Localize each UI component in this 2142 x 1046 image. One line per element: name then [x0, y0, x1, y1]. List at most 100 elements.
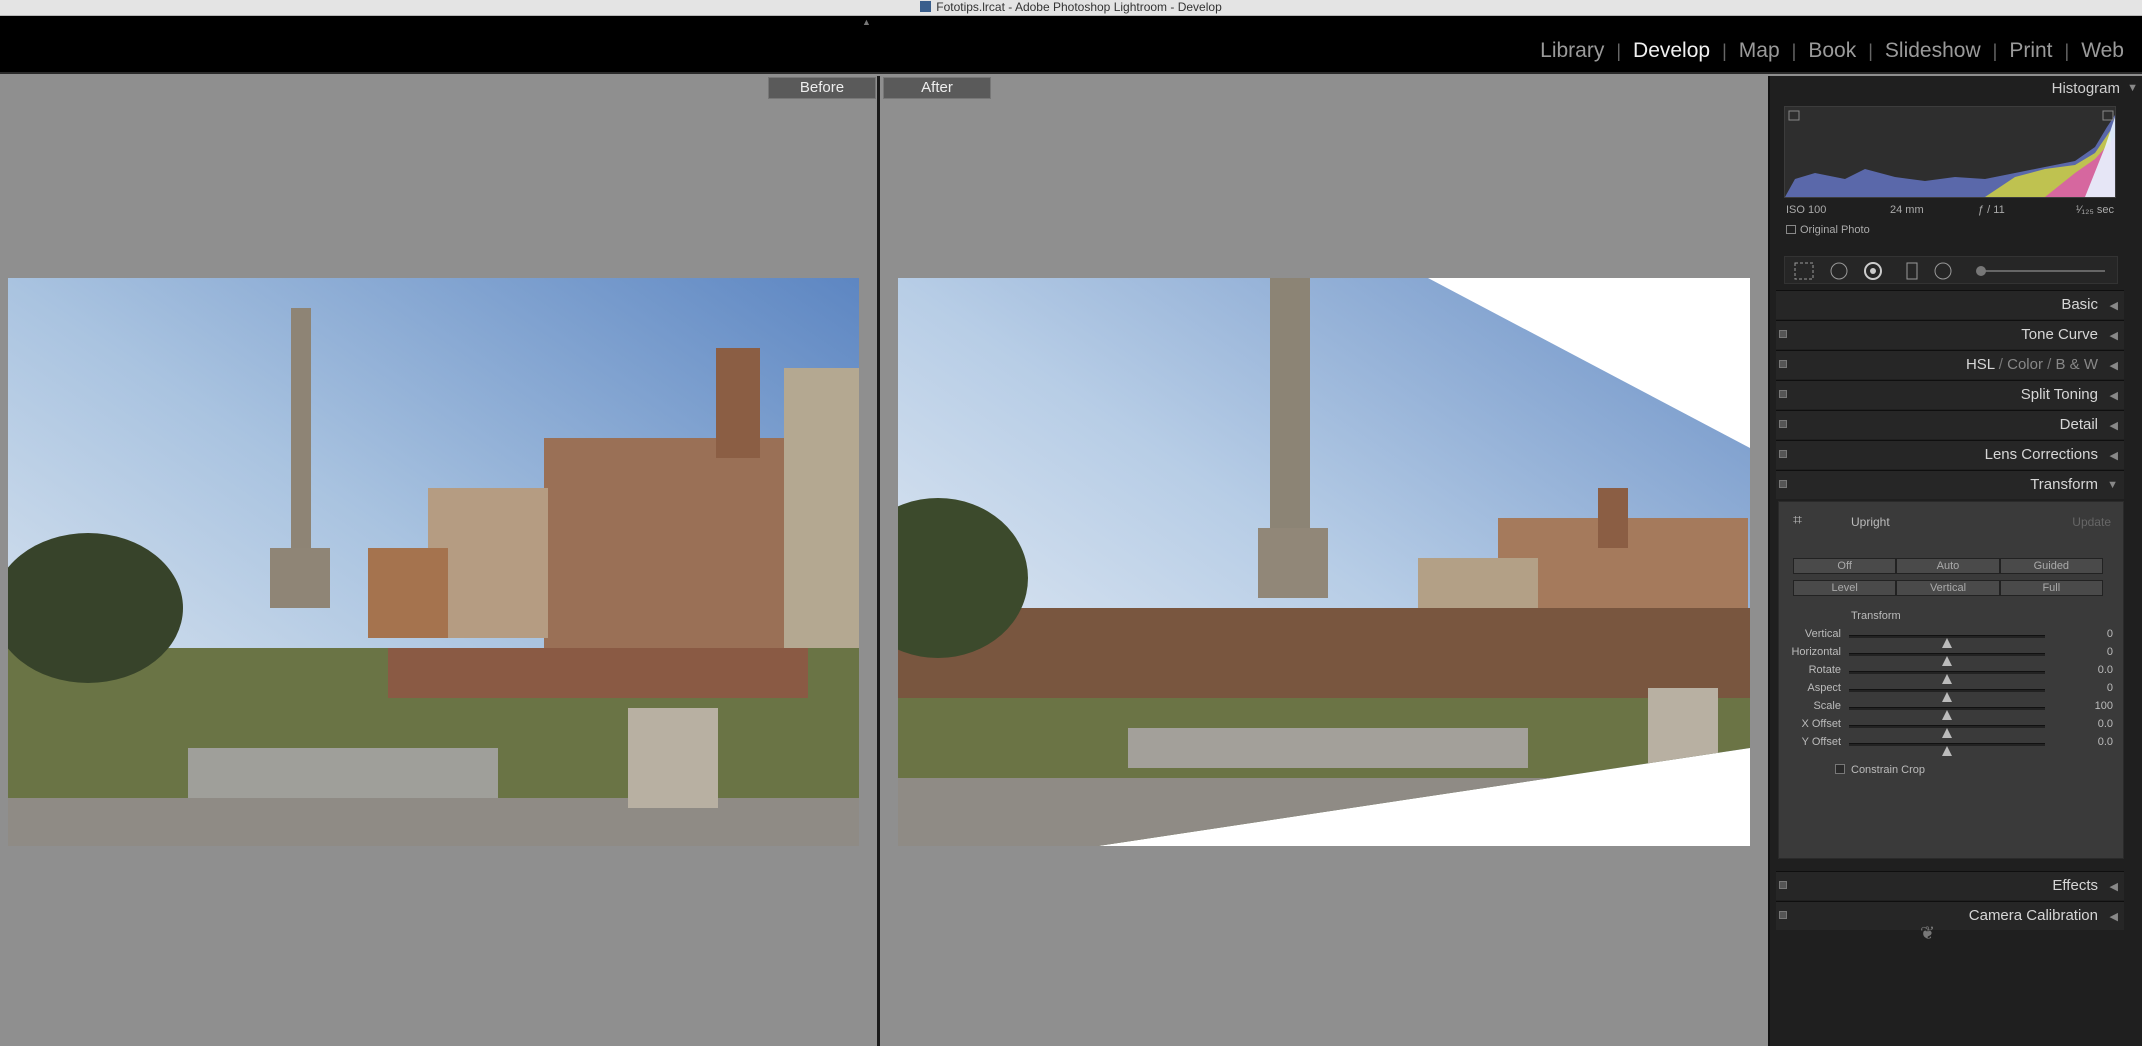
section-camera-calibration[interactable]: Camera Calibration ◀ — [1776, 901, 2124, 930]
original-photo-checkbox[interactable] — [1786, 225, 1796, 234]
expand-triangle-icon: ◀ — [2109, 330, 2118, 342]
collapse-triangle-icon: ▼ — [2107, 479, 2118, 491]
section-hsl[interactable]: HSL / Color / B & W ◀ — [1776, 350, 2124, 379]
slider-x-offset[interactable]: X Offset 0.0 — [1779, 718, 2119, 738]
transform-panel-body: ⌗ Upright Update Off Auto Guided Level V… — [1778, 501, 2124, 859]
collapse-top-panel-icon[interactable]: ▲ — [862, 17, 871, 27]
radial-filter-icon — [1934, 262, 1952, 280]
section-lens-corrections[interactable]: Lens Corrections ◀ — [1776, 440, 2124, 469]
highlight-clipping-icon — [2102, 110, 2114, 121]
expand-triangle-icon: ◀ — [2109, 390, 2118, 402]
collapse-triangle-icon: ▼ — [2127, 82, 2138, 94]
tool-icons — [1794, 262, 2105, 280]
module-bar: ▲ Library | Develop | Map | Book | Slideshow… — [0, 16, 2142, 74]
panel-end-ornament-icon: ❦ — [1920, 923, 1938, 943]
hsl-tab[interactable]: HSL — [1966, 356, 1995, 373]
slider-scale[interactable]: Scale 100 — [1779, 700, 2119, 720]
slider-track[interactable] — [1849, 725, 2045, 738]
expand-triangle-icon: ◀ — [2109, 881, 2118, 893]
section-toggle-switch[interactable] — [1779, 911, 1787, 919]
slider-track[interactable] — [1849, 743, 2045, 756]
section-effects[interactable]: Effects ◀ — [1776, 871, 2124, 900]
upright-buttons-row1: Off Auto Guided — [1793, 558, 2103, 574]
section-toggle-switch[interactable] — [1779, 450, 1787, 458]
section-toggle-switch[interactable] — [1779, 480, 1787, 488]
slider-thumb[interactable] — [1942, 746, 1952, 756]
expand-triangle-icon: ◀ — [2109, 360, 2118, 372]
section-toggle-switch[interactable] — [1779, 881, 1787, 889]
tool-strip — [1784, 256, 2118, 284]
slider-track[interactable] — [1849, 707, 2045, 720]
module-picker: Library | Develop | Map | Book | Slideshow | … — [1528, 39, 2136, 63]
section-toggle-switch[interactable] — [1779, 420, 1787, 428]
histogram-graph[interactable] — [1784, 106, 2116, 198]
crop-overlay-icon — [1794, 262, 1814, 280]
upright-off-button[interactable]: Off — [1793, 558, 1897, 574]
window-title: Fototips.lrcat - Adobe Photoshop Lightro… — [936, 0, 1222, 14]
upright-full-button[interactable]: Full — [1999, 580, 2103, 596]
exif-shutter: ¹⁄₁₂₅ sec — [2075, 204, 2114, 216]
slider-aspect[interactable]: Aspect 0 — [1779, 682, 2119, 702]
expand-triangle-icon: ◀ — [2109, 420, 2118, 432]
update-button[interactable]: Update — [2072, 515, 2111, 529]
upright-buttons-row2: Level Vertical Full — [1793, 580, 2103, 596]
histogram-title: Histogram — [2051, 80, 2120, 97]
upright-level-button[interactable]: Level — [1793, 580, 1897, 596]
section-detail[interactable]: Detail ◀ — [1776, 410, 2124, 439]
slider-track[interactable] — [1849, 635, 2045, 648]
window-titlebar: Fototips.lrcat - Adobe Photoshop Lightro… — [0, 0, 2142, 16]
slider-track[interactable] — [1849, 671, 2045, 684]
section-transform[interactable]: Transform ▼ — [1776, 470, 2124, 499]
right-panel: Histogram ▼ ISO 100 24 mm ƒ / 11 ¹⁄₁₂₅ se… — [1768, 76, 2142, 1046]
expand-triangle-icon: ◀ — [2109, 911, 2118, 923]
slider-track[interactable] — [1849, 689, 2045, 702]
color-tab[interactable]: Color — [2007, 356, 2043, 373]
upright-crop-icon[interactable]: ⌗ — [1793, 512, 1802, 530]
spot-removal-icon — [1830, 262, 1848, 280]
section-tone-curve[interactable]: Tone Curve ◀ — [1776, 320, 2124, 349]
exif-focal: 24 mm — [1890, 204, 1924, 216]
section-toggle-switch[interactable] — [1779, 360, 1787, 368]
upright-vertical-button[interactable]: Vertical — [1896, 580, 2000, 596]
slider-horizontal[interactable]: Horizontal 0 — [1779, 646, 2119, 666]
after-label: After — [883, 77, 991, 99]
slider-track[interactable] — [1849, 653, 2045, 666]
histogram-header[interactable]: Histogram ▼ — [2051, 80, 2138, 97]
module-print[interactable]: Print — [1997, 39, 2064, 63]
adjustment-brush-icon — [1976, 266, 1986, 276]
module-web[interactable]: Web — [2069, 39, 2136, 63]
module-library[interactable]: Library — [1528, 39, 1616, 63]
graduated-filter-icon — [1906, 262, 1918, 280]
section-toggle-switch[interactable] — [1779, 390, 1787, 398]
module-slideshow[interactable]: Slideshow — [1873, 39, 1993, 63]
module-map[interactable]: Map — [1727, 39, 1792, 63]
slider-y-offset[interactable]: Y Offset 0.0 — [1779, 736, 2119, 756]
module-book[interactable]: Book — [1796, 39, 1868, 63]
lightroom-app-icon — [920, 1, 932, 12]
before-photo-image — [8, 278, 859, 846]
section-basic[interactable]: Basic ◀ — [1776, 290, 2124, 319]
constrain-crop-toggle[interactable]: Constrain Crop — [1835, 764, 1925, 776]
exif-aperture: ƒ / 11 — [1978, 204, 2005, 216]
original-photo-toggle[interactable]: Original Photo — [1786, 224, 1870, 236]
upright-label: Upright — [1851, 515, 1890, 529]
slider-vertical[interactable]: Vertical 0 — [1779, 628, 2119, 648]
section-toggle-switch[interactable] — [1779, 330, 1787, 338]
slider-rotate[interactable]: Rotate 0.0 — [1779, 664, 2119, 684]
constrain-crop-label: Constrain Crop — [1851, 764, 1925, 776]
histogram-curve — [1785, 110, 2115, 197]
original-photo-label: Original Photo — [1800, 224, 1870, 236]
upright-guided-button[interactable]: Guided — [1999, 558, 2103, 574]
shadow-clipping-icon — [1788, 110, 1800, 121]
after-photo-image — [898, 278, 1750, 846]
upright-auto-button[interactable]: Auto — [1896, 558, 2000, 574]
before-label: Before — [768, 77, 876, 99]
exif-iso: ISO 100 — [1786, 204, 1827, 216]
bw-tab[interactable]: B & W — [2055, 356, 2098, 373]
before-photo[interactable] — [8, 278, 859, 846]
module-develop[interactable]: Develop — [1621, 39, 1722, 63]
compare-divider — [877, 76, 880, 1046]
section-split-toning[interactable]: Split Toning ◀ — [1776, 380, 2124, 409]
after-photo[interactable] — [898, 278, 1750, 846]
constrain-crop-checkbox[interactable] — [1835, 764, 1845, 774]
